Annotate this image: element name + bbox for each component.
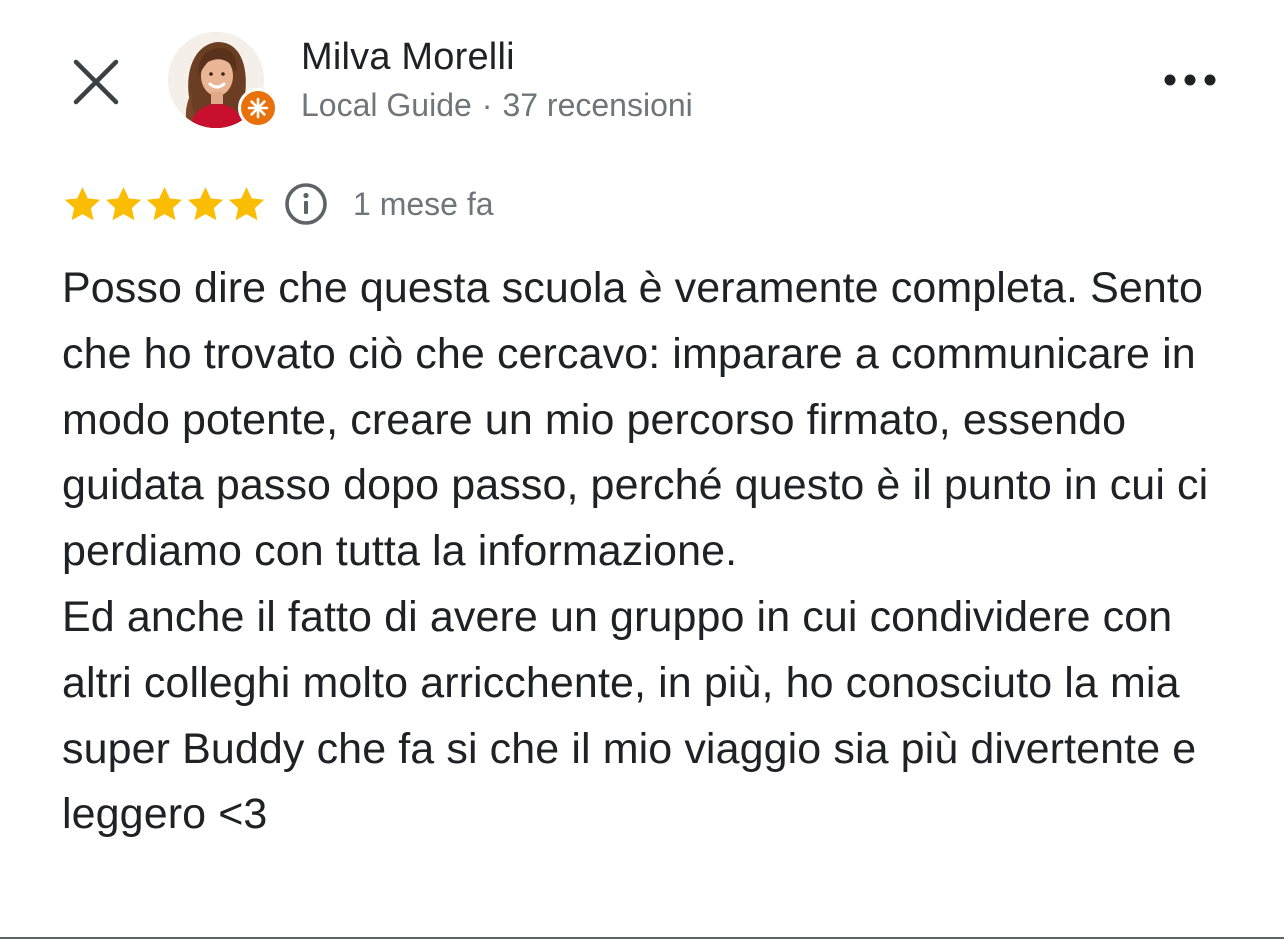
review-info-button[interactable] <box>283 181 329 227</box>
star-icon <box>187 186 224 220</box>
star-icon <box>228 186 265 220</box>
more-horizontal-icon <box>1164 74 1216 86</box>
info-icon <box>285 183 327 225</box>
rating-row: 1 mese fa <box>62 180 494 228</box>
local-guide-star-icon <box>247 97 269 119</box>
review-text: Posso dire che questa scuola è veramente… <box>62 264 1209 839</box>
reviewer-meta: Local Guide · 37 recensioni <box>301 87 693 124</box>
local-guide-badge <box>238 88 278 128</box>
meta-separator: · <box>481 87 493 123</box>
review-card: Milva Morelli Local Guide · 37 recensioni <box>0 0 1284 939</box>
review-date: 1 mese fa <box>353 185 494 222</box>
star-rating <box>62 184 267 225</box>
star-icon <box>64 186 101 220</box>
review-header: Milva Morelli Local Guide · 37 recensioni <box>0 0 1284 160</box>
close-icon <box>73 59 119 105</box>
star-icon <box>105 186 142 220</box>
local-guide-label: Local Guide <box>301 87 472 123</box>
review-count: 37 recensioni <box>502 87 693 123</box>
more-options-button[interactable] <box>1156 60 1224 100</box>
close-button[interactable] <box>66 52 126 112</box>
reviewer-name[interactable]: Milva Morelli <box>301 36 515 79</box>
star-icon <box>146 186 183 220</box>
